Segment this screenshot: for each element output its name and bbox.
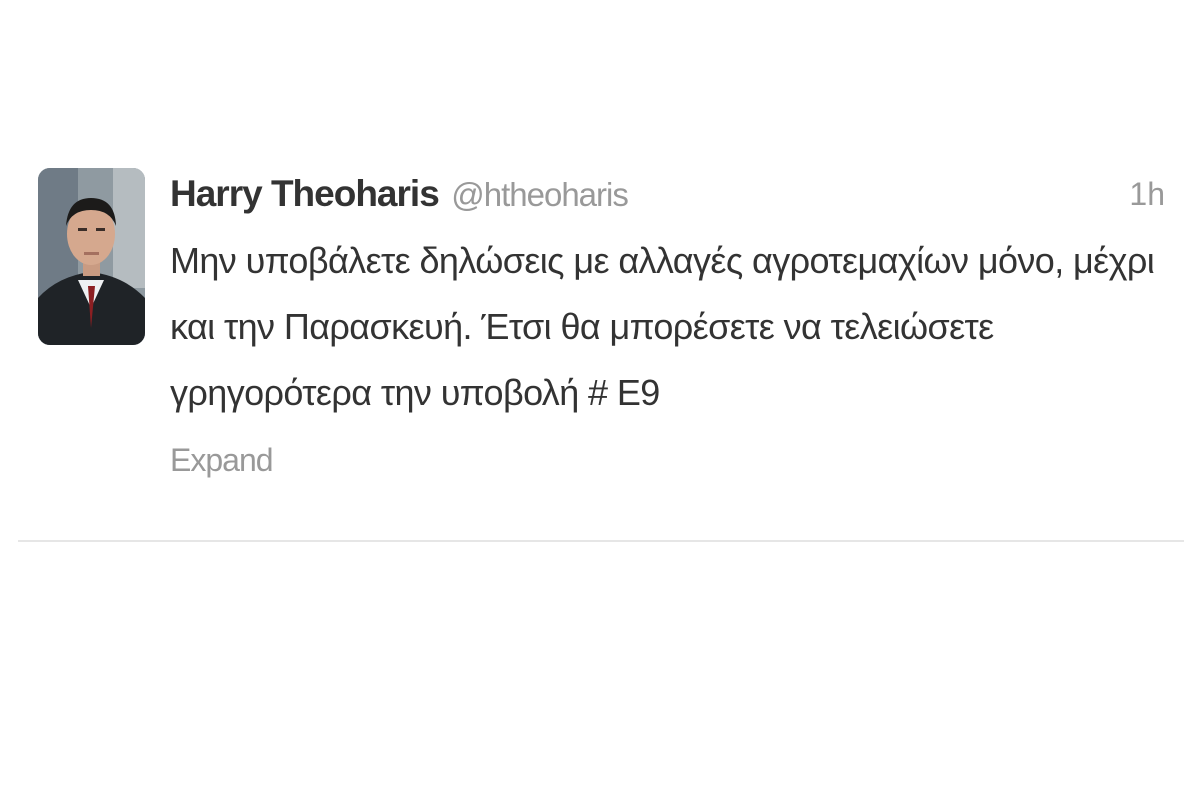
- tweet-text: Μην υποβάλετε δηλώσεις με αλλαγές αγροτε…: [170, 240, 1155, 413]
- tweet-divider: [18, 540, 1184, 542]
- tweet-header: Harry Theoharis @htheoharis 1h: [170, 170, 1165, 218]
- avatar-photo-icon: [38, 168, 145, 345]
- author-username[interactable]: @htheoharis: [451, 176, 629, 213]
- tweet-item[interactable]: Harry Theoharis @htheoharis 1h Μην υποβά…: [20, 150, 1182, 542]
- expand-link[interactable]: Expand: [170, 442, 274, 479]
- tweet-content: Harry Theoharis @htheoharis 1h Μην υποβά…: [170, 170, 1165, 479]
- avatar[interactable]: [38, 168, 145, 345]
- tweet-timestamp[interactable]: 1h: [1129, 170, 1165, 218]
- author-fullname[interactable]: Harry Theoharis: [170, 173, 440, 214]
- page: Harry Theoharis @htheoharis 1h Μην υποβά…: [0, 0, 1200, 792]
